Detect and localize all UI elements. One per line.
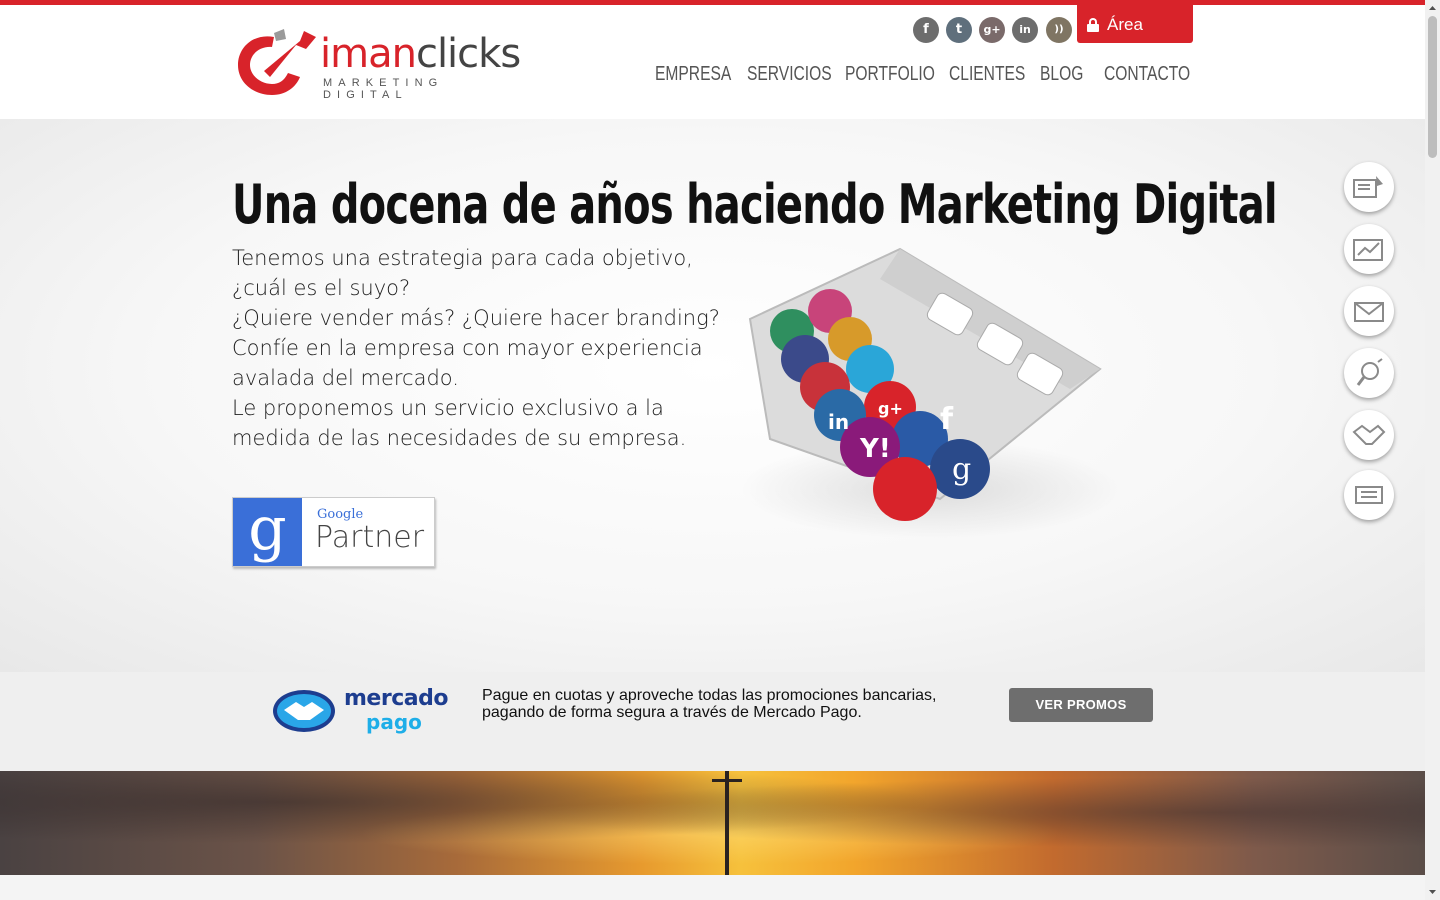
mercadopago-handshake-icon (273, 690, 335, 732)
mercadopago-description: Pague en cuotas y aproveche todas las pr… (482, 687, 937, 721)
utility-pole (725, 771, 729, 875)
svg-text:g+: g+ (878, 399, 903, 418)
next-section-edge (0, 875, 1425, 900)
egg-carton-illustration: f Y! g in g+ (740, 247, 1120, 539)
logo-wordmark-iman: iman (320, 31, 417, 77)
ver-promos-button[interactable]: VER PROMOS (1009, 688, 1153, 722)
nav-clientes[interactable]: CLIENTES (949, 63, 1025, 86)
hero-section: Una docena de años haciendo Marketing Di… (0, 119, 1425, 672)
google-g-icon: g (233, 498, 302, 566)
page-scrollbar[interactable] (1425, 0, 1440, 900)
linkedin-icon[interactable]: in (1012, 17, 1038, 43)
seo-rocket-icon[interactable] (1344, 162, 1394, 212)
sunset-clouds (0, 771, 1425, 875)
svg-text:f: f (940, 402, 954, 437)
imanclicks-logo[interactable]: imanclicks MARKETING DIGITAL (234, 27, 534, 103)
rss-icon[interactable]: )) (1046, 17, 1072, 43)
facebook-icon[interactable]: f (913, 17, 939, 43)
svg-text:g: g (952, 452, 971, 487)
google-plus-icon[interactable]: g+ (979, 17, 1005, 43)
nav-servicios[interactable]: SERVICIOS (747, 63, 832, 86)
hero-paragraph: Tenemos una estrategia para cada objetiv… (232, 246, 693, 300)
nav-contacto[interactable]: CONTACTO (1104, 63, 1190, 86)
news-icon[interactable] (1344, 470, 1394, 520)
handshake-icon[interactable] (1344, 410, 1394, 460)
svg-text:Y!: Y! (859, 434, 891, 464)
logo-tagline: MARKETING DIGITAL (323, 77, 444, 101)
site-header: imanclicks MARKETING DIGITAL f t g+ in )… (0, 5, 1425, 119)
private-area-button[interactable]: Área privada (1077, 5, 1193, 74)
mercadopago-word-mercado: mercado (344, 686, 448, 711)
social-megaphone-icon[interactable] (1344, 348, 1394, 398)
logo-wordmark: imanclicks (320, 31, 521, 77)
mercadopago-logo: mercado pago (272, 686, 452, 734)
hero-paragraph: Le proponemos un servicio exclusivo a la… (232, 396, 687, 450)
google-partner-label: Partner (315, 520, 425, 555)
hero-paragraph: Confíe en la empresa con mayor experienc… (232, 336, 703, 390)
nav-empresa[interactable]: EMPRESA (655, 63, 731, 86)
mercadopago-word-pago: pago (366, 710, 422, 734)
mercadopago-banner: mercado pago Pague en cuotas y aproveche… (0, 672, 1425, 771)
twitter-icon[interactable]: t (946, 17, 972, 43)
hero-description: Tenemos una estrategia para cada objetiv… (232, 243, 742, 453)
logo-wordmark-clicks: clicks (415, 31, 521, 77)
logo-arrow-icon (238, 29, 316, 95)
hero-paragraph: ¿Quiere vender más? ¿Quiere hacer brandi… (232, 306, 720, 330)
email-marketing-icon[interactable] (1344, 286, 1394, 336)
utility-pole-crossbar (712, 779, 742, 782)
google-partner-badge[interactable]: g Google Partner (232, 497, 435, 567)
nav-blog[interactable]: BLOG (1040, 63, 1083, 86)
scroll-thumb[interactable] (1428, 16, 1437, 158)
lock-icon (1087, 18, 1099, 32)
scroll-up-arrow-icon[interactable] (1425, 2, 1440, 14)
analytics-chart-icon[interactable] (1344, 224, 1394, 274)
scroll-down-arrow-icon[interactable] (1425, 886, 1440, 898)
nav-portfolio[interactable]: PORTFOLIO (845, 63, 935, 86)
hero-title: Una docena de años haciendo Marketing Di… (232, 173, 1278, 236)
svg-text:in: in (828, 410, 849, 434)
sunset-banner-image (0, 771, 1425, 875)
